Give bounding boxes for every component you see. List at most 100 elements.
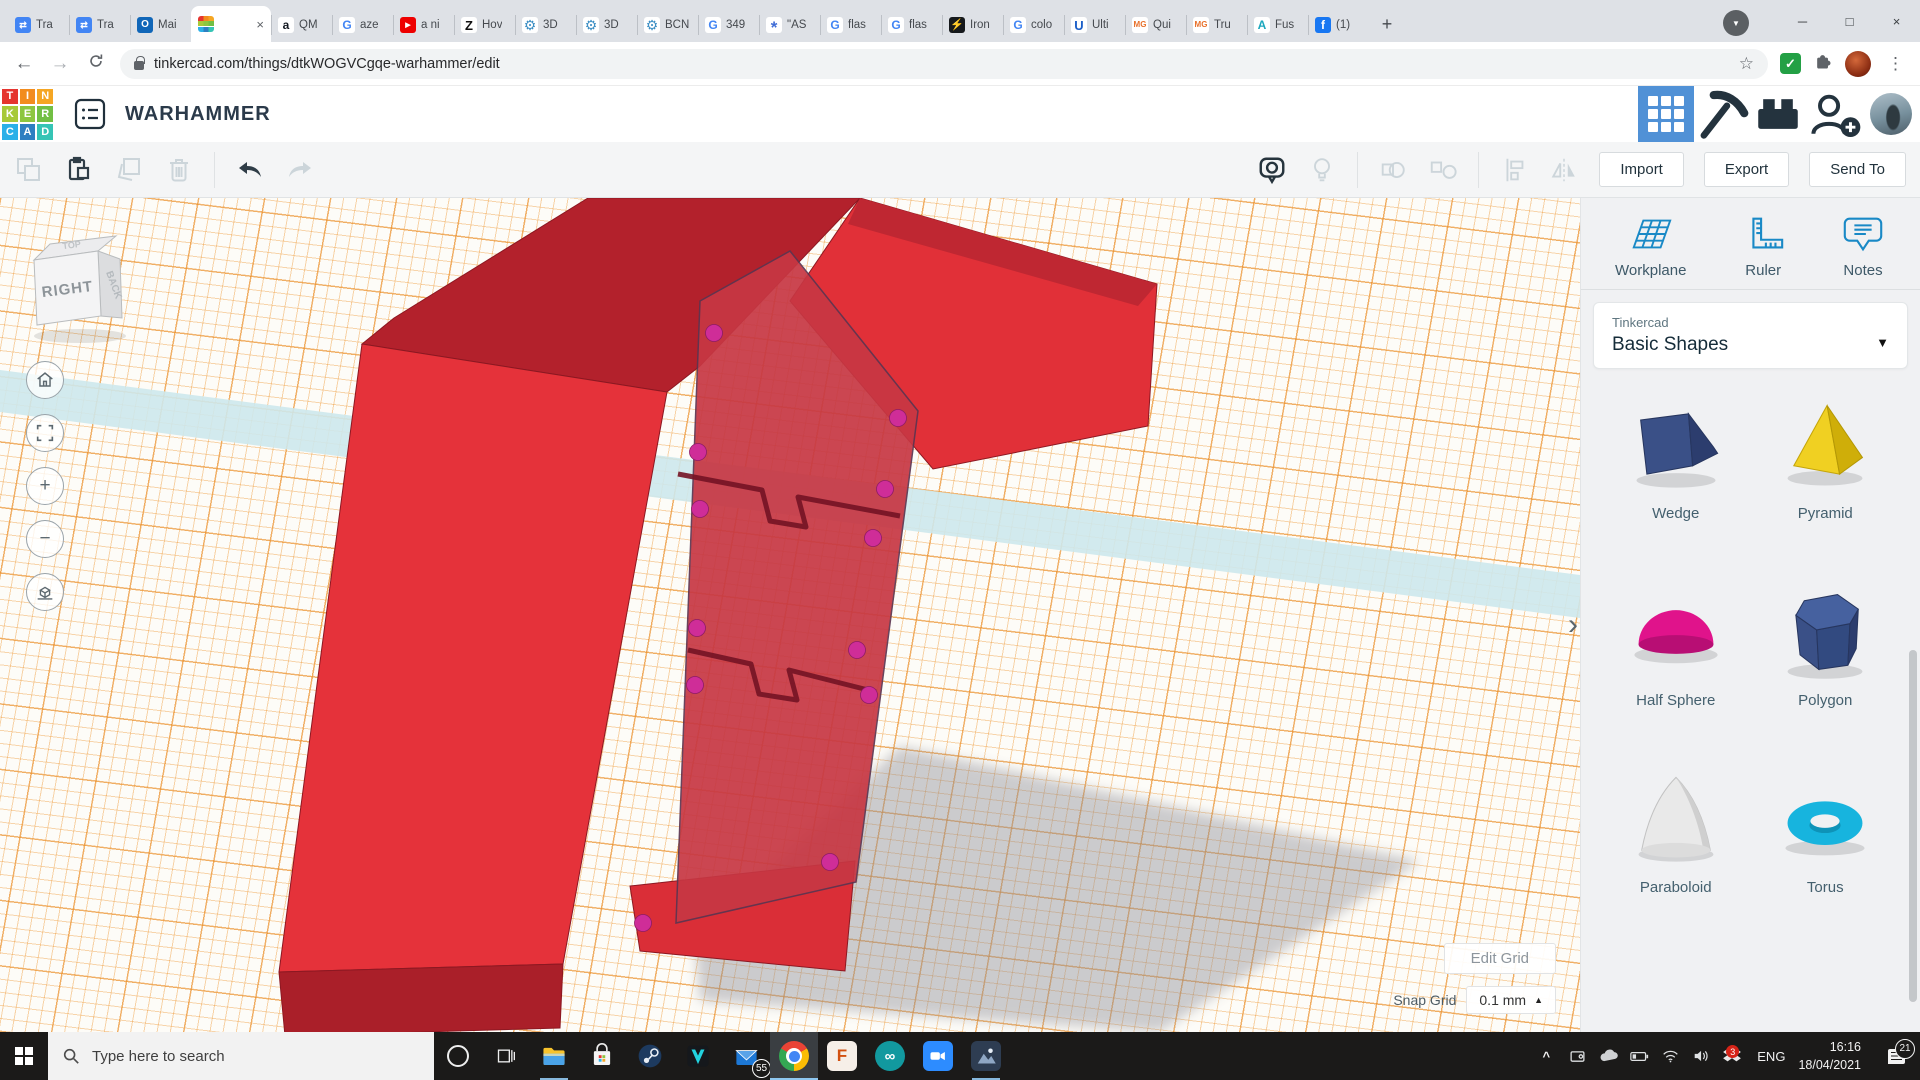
arduino-button[interactable]: ∞ (866, 1032, 914, 1080)
task-view-button[interactable] (482, 1032, 530, 1080)
notes-tool[interactable]: Notes (1840, 214, 1886, 279)
notes-visibility-toggle-icon[interactable] (1257, 155, 1287, 185)
paste-icon[interactable] (64, 155, 94, 185)
action-center-button[interactable]: 21 (1876, 1049, 1916, 1064)
volume-icon[interactable] (1689, 1049, 1713, 1063)
browser-tab[interactable]: MGQui (1125, 8, 1186, 42)
browser-tab[interactable]: Gflas (820, 8, 881, 42)
start-button[interactable] (0, 1032, 48, 1080)
tinkercad-profile-avatar[interactable] (1870, 93, 1912, 135)
new-tab-button[interactable]: + (1373, 10, 1401, 38)
redo-icon[interactable] (285, 155, 315, 185)
browser-tab-active-tinkercad[interactable]: × (191, 6, 271, 42)
browser-tab[interactable]: Gaze (332, 8, 393, 42)
shape-item-polygon[interactable]: Polygon (1761, 580, 1891, 709)
tab-search-chevron-button[interactable]: ▼ (1723, 10, 1749, 36)
warhammer-3d-model[interactable] (0, 198, 1580, 1032)
padlock-icon[interactable] (134, 61, 144, 70)
delete-trash-icon[interactable] (164, 155, 194, 185)
brick-button[interactable] (1750, 86, 1806, 142)
panel-collapse-chevron-icon[interactable]: › (1568, 610, 1578, 640)
screen-cast-icon[interactable] (1565, 1048, 1589, 1065)
steam-button[interactable] (626, 1032, 674, 1080)
reload-button[interactable] (84, 52, 108, 76)
browser-tab[interactable]: aQM (271, 8, 332, 42)
send-to-button[interactable]: Send To (1809, 152, 1906, 187)
workplane-tool[interactable]: Workplane (1615, 214, 1686, 279)
show-all-bulb-icon[interactable] (1307, 155, 1337, 185)
ungroup-icon[interactable] (1428, 155, 1458, 185)
home-view-button[interactable] (26, 361, 64, 399)
url-omnibox[interactable]: tinkercad.com/things/dtkWOGVCgqe-warhamm… (120, 49, 1768, 79)
wifi-icon[interactable] (1658, 1049, 1682, 1063)
tray-expand-chevron-icon[interactable]: ^ (1534, 1049, 1558, 1064)
design-title[interactable]: WARHAMMER (125, 103, 271, 126)
browser-tab[interactable]: ⚡Iron (942, 8, 1003, 42)
export-button[interactable]: Export (1704, 152, 1789, 187)
browser-menu-kebab-icon[interactable]: ⋮ (1883, 54, 1908, 74)
taskbar-search-box[interactable]: Type here to search (48, 1032, 434, 1080)
3d-viewport-canvas[interactable]: TOP RIGHT BACK + − › Edit Grid Snap Grid… (0, 198, 1580, 1032)
dashboard-grid-button[interactable] (1638, 86, 1694, 142)
design-properties-menu-button[interactable] (73, 97, 107, 131)
microsoft-store-button[interactable] (578, 1032, 626, 1080)
snap-grid-value-dropdown[interactable]: 0.1 mm ▲ (1466, 986, 1556, 1014)
perspective-toggle-button[interactable] (26, 573, 64, 611)
bookmark-star-icon[interactable]: ☆ (1739, 54, 1754, 74)
tab-close-icon[interactable]: × (256, 17, 264, 32)
duplicate-icon[interactable] (114, 155, 144, 185)
browser-tab[interactable]: OMai (130, 8, 191, 42)
invite-person-add-button[interactable] (1806, 86, 1862, 142)
ruler-tool[interactable]: Ruler (1740, 214, 1786, 279)
browser-tab[interactable]: UUlti (1064, 8, 1125, 42)
browser-tab[interactable]: ⚙3D (515, 8, 576, 42)
browser-tab[interactable]: f(1) (1308, 8, 1369, 42)
url-text[interactable]: tinkercad.com/things/dtkWOGVCgqe-warhamm… (154, 56, 500, 72)
fusion360-button[interactable]: F (818, 1032, 866, 1080)
browser-tab[interactable]: AFus (1247, 8, 1308, 42)
shape-item-half-sphere[interactable]: Half Sphere (1611, 580, 1741, 709)
panel-scrollbar[interactable] (1909, 650, 1917, 1002)
browser-tab[interactable]: *"AS (759, 8, 820, 42)
browser-tab[interactable]: ⇄Tra (69, 8, 130, 42)
predator-button[interactable] (674, 1032, 722, 1080)
browser-tab[interactable]: Gcolo (1003, 8, 1064, 42)
shape-library-dropdown[interactable]: Tinkercad Basic Shapes ▼ (1593, 302, 1908, 369)
import-button[interactable]: Import (1599, 152, 1684, 187)
browser-tab[interactable]: G349 (698, 8, 759, 42)
mail-button[interactable]: 55 (722, 1032, 770, 1080)
window-minimize-button[interactable]: ─ (1779, 0, 1826, 42)
dropbox-icon[interactable]: 3 (1720, 1048, 1744, 1064)
window-maximize-button[interactable]: □ (1826, 0, 1873, 42)
fit-view-button[interactable] (26, 414, 64, 452)
extension-check-icon[interactable]: ✓ (1780, 53, 1801, 74)
shape-item-torus[interactable]: Torus (1761, 767, 1891, 896)
browser-tab[interactable]: ZHov (454, 8, 515, 42)
window-close-button[interactable]: × (1873, 0, 1920, 42)
mirror-flip-icon[interactable] (1549, 155, 1579, 185)
onedrive-icon[interactable] (1596, 1049, 1620, 1063)
file-explorer-button[interactable] (530, 1032, 578, 1080)
browser-tab[interactable]: MGTru (1186, 8, 1247, 42)
taskbar-clock[interactable]: 16:16 18/04/2021 (1798, 1038, 1861, 1074)
align-icon[interactable] (1499, 155, 1529, 185)
browser-tab[interactable]: ▶a ni (393, 8, 454, 42)
forward-button[interactable]: → (48, 53, 72, 75)
tinkercad-logo[interactable]: TIN KER CAD (0, 87, 55, 142)
browser-profile-avatar[interactable] (1845, 51, 1871, 77)
battery-icon[interactable] (1627, 1051, 1651, 1062)
edit-grid-button[interactable]: Edit Grid (1444, 943, 1556, 974)
chrome-button[interactable] (770, 1032, 818, 1080)
minecraft-pickaxe-button[interactable] (1694, 86, 1750, 142)
back-button[interactable]: ← (12, 53, 36, 75)
zoom-button[interactable] (914, 1032, 962, 1080)
copy-icon[interactable] (14, 155, 44, 185)
photos-button[interactable] (962, 1032, 1010, 1080)
zoom-out-button[interactable]: − (26, 520, 64, 558)
zoom-in-button[interactable]: + (26, 467, 64, 505)
browser-tab[interactable]: Gflas (881, 8, 942, 42)
extensions-puzzle-icon[interactable] (1813, 51, 1833, 76)
undo-icon[interactable] (235, 155, 265, 185)
language-indicator[interactable]: ENG (1757, 1049, 1785, 1064)
group-icon[interactable] (1378, 155, 1408, 185)
